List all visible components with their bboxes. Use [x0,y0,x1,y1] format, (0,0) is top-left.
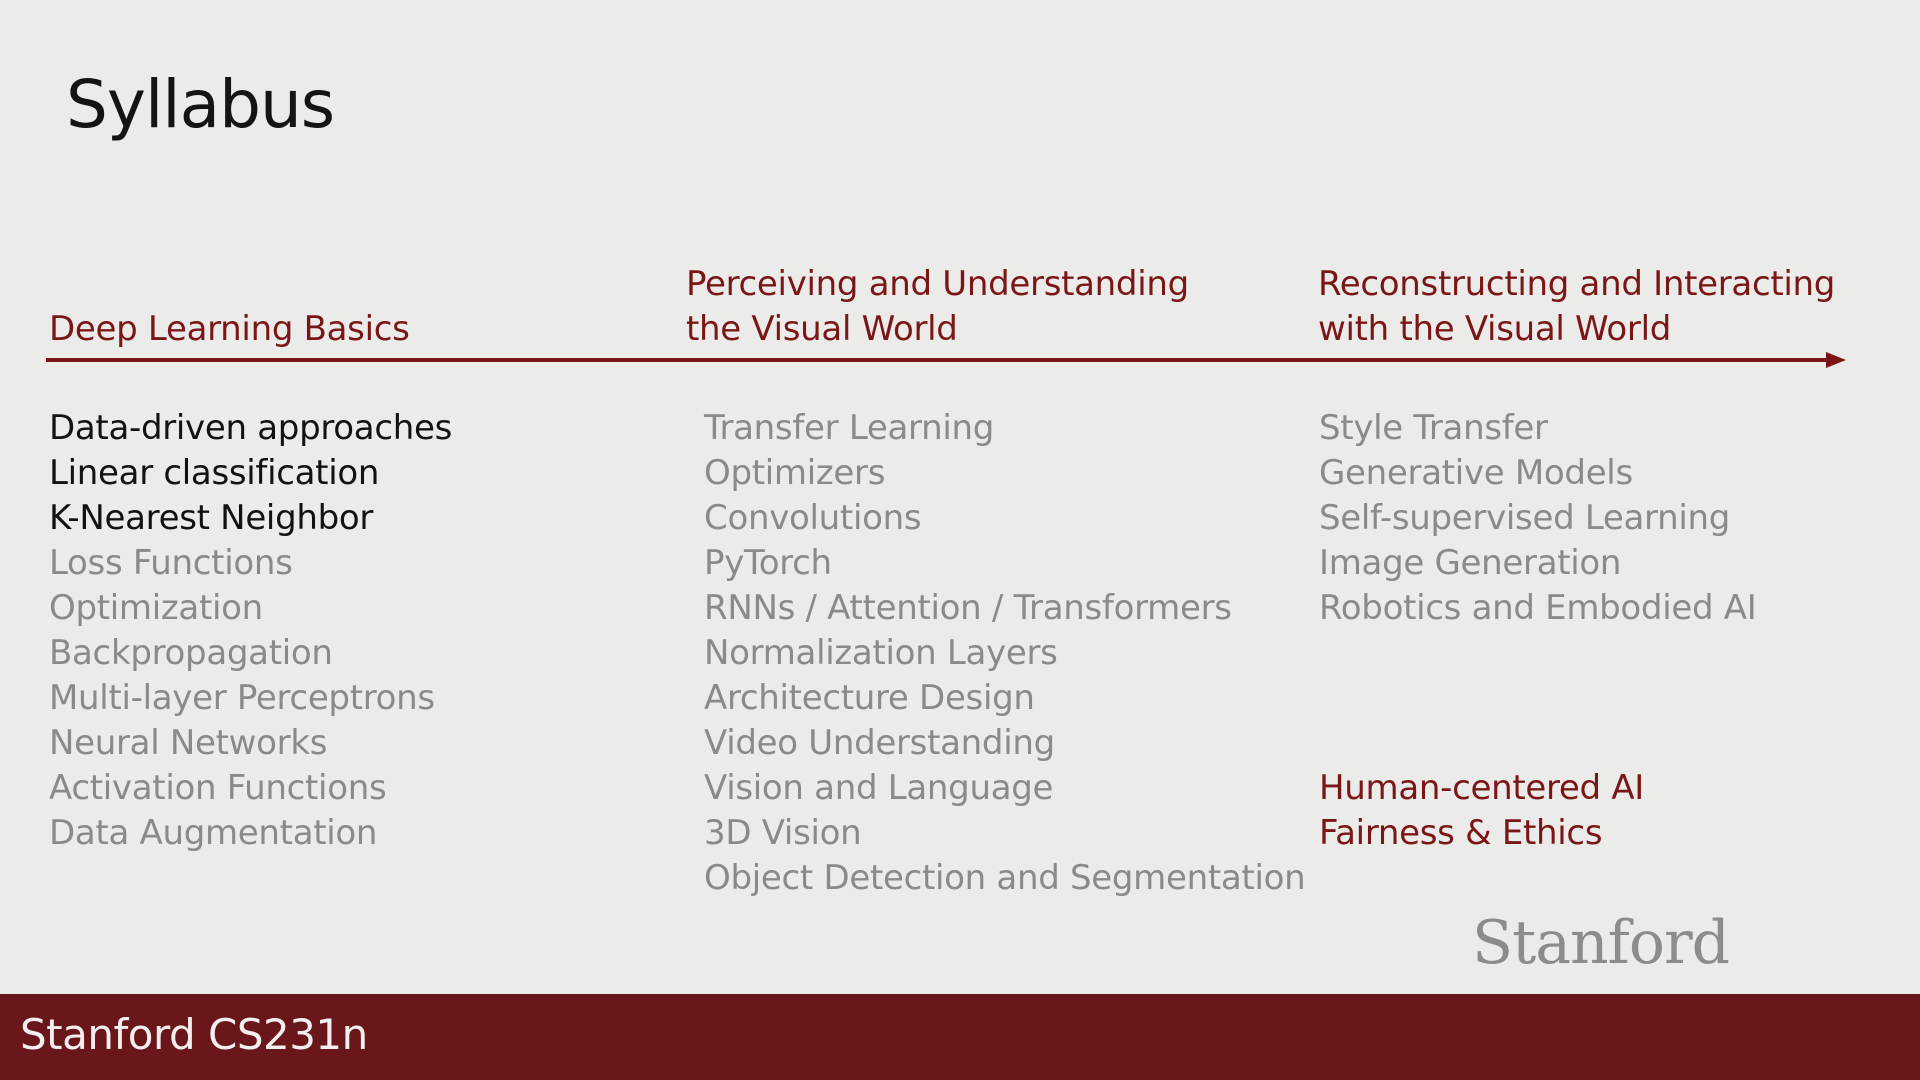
topic-list-perceiving: Transfer Learning Optimizers Convolutions P… [704,406,1306,901]
arrow-icon [46,352,1846,368]
topic-item: Self-supervised Learning [1319,498,1731,538]
column-header-line: with the Visual World [1318,309,1671,349]
topic-item: Backpropagation [49,633,333,673]
topic-item: Data Augmentation [49,813,378,853]
slide-title: Syllabus [66,66,335,143]
slide: Syllabus Deep Learning Basics Perceiving… [0,0,1920,1080]
footer-course-title: Stanford CS231n [20,1010,368,1059]
column-header-line: Perceiving and Understanding [686,264,1189,304]
column-header-reconstructing: Reconstructing and Interacting with the … [1318,262,1835,352]
topic-item: Optimizers [704,453,886,493]
topic-item: Style Transfer [1319,408,1548,448]
topic-item: Image Generation [1319,543,1622,583]
topic-item: Video Understanding [704,723,1055,763]
topic-item: Neural Networks [49,723,328,763]
topic-item: Transfer Learning [704,408,995,448]
column-header-perceiving: Perceiving and Understanding the Visual … [686,262,1189,352]
topic-item: Vision and Language [704,768,1054,808]
topic-item: PyTorch [704,543,832,583]
topic-item: Generative Models [1319,453,1633,493]
topic-item: Activation Functions [49,768,387,808]
topic-item: Architecture Design [704,678,1035,718]
footer-bar: Stanford CS231n [0,994,1920,1080]
topic-item: Fairness & Ethics [1319,813,1603,853]
topic-item: 3D Vision [704,813,862,853]
topic-item: Convolutions [704,498,922,538]
topic-item: Multi-layer Perceptrons [49,678,435,718]
column-header-line: the Visual World [686,309,958,349]
topic-list-basics: Data-driven approaches Linear classificat… [49,406,452,856]
timeline-arrow [46,352,1846,368]
column-header-line: Deep Learning Basics [49,309,410,349]
topic-item: Optimization [49,588,263,628]
stanford-logo: Stanford [1472,908,1730,978]
column-header-basics: Deep Learning Basics [49,307,410,352]
topic-item: Linear classification [49,453,380,493]
topic-item: Loss Functions [49,543,293,583]
topic-item: Robotics and Embodied AI [1319,588,1757,628]
column-header-line: Reconstructing and Interacting [1318,264,1836,304]
topic-item: Data-driven approaches [49,408,452,448]
topic-item: Human-centered AI [1319,768,1645,808]
topic-item: RNNs / Attention / Transformers [704,588,1232,628]
topic-list-reconstructing: Style Transfer Generative Models Self-supe… [1319,406,1757,856]
topic-item: Object Detection and Segmentation [704,858,1306,898]
topic-item: Normalization Layers [704,633,1058,673]
topic-item: K-Nearest Neighbor [49,498,374,538]
